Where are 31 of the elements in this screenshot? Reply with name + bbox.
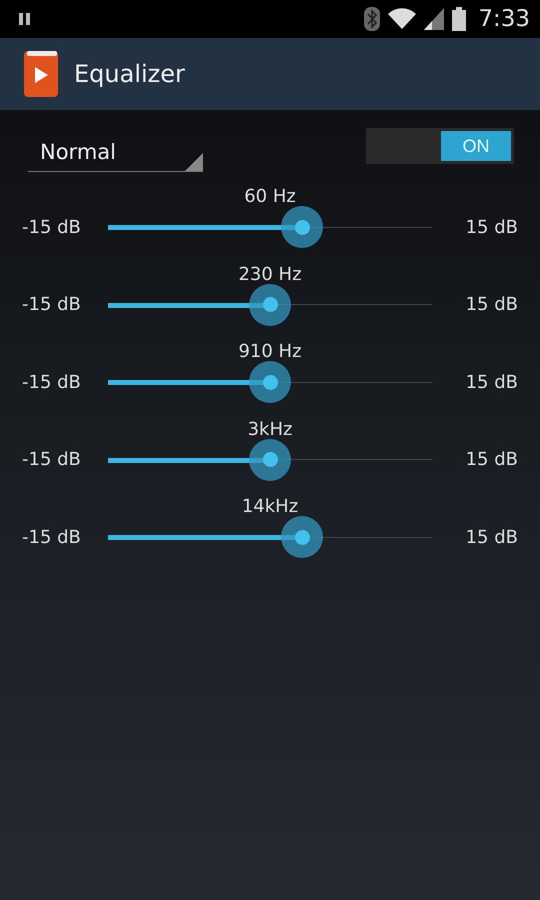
band-label: 3kHz: [248, 418, 292, 442]
min-label: -15 dB: [22, 526, 82, 548]
max-label: 15 dB: [464, 216, 518, 238]
clock-time: 7:33: [478, 6, 530, 32]
min-label: -15 dB: [22, 449, 82, 470]
signal-icon: [424, 8, 444, 30]
max-label: 15 dB: [464, 294, 518, 315]
min-label: -15 dB: [22, 294, 82, 315]
max-label: 15 dB: [464, 372, 518, 392]
max-label: 15 dB: [464, 526, 518, 548]
pause-icon: [18, 12, 32, 26]
slider-thumb[interactable]: [281, 206, 324, 248]
min-label: -15 dB: [22, 372, 82, 392]
slider-thumb[interactable]: [249, 438, 291, 480]
slider-thumb[interactable]: [281, 516, 324, 558]
band-label: 910 Hz: [238, 341, 302, 364]
switch-knob: ON: [441, 131, 511, 161]
band-label: 60 Hz: [244, 186, 296, 209]
slider-thumb[interactable]: [249, 284, 291, 326]
battery-icon: [452, 7, 466, 31]
screen-title: Equalizer: [74, 60, 185, 88]
slider-thumb[interactable]: [249, 361, 291, 403]
bluetooth-icon: [364, 7, 380, 31]
max-label: 15 dB: [464, 449, 518, 470]
min-label: -15 dB: [22, 216, 82, 238]
band-label: 14kHz: [242, 496, 298, 519]
band-label: 230 Hz: [238, 264, 302, 286]
preset-dropdown[interactable]: Normal: [28, 128, 203, 172]
app-logo-icon: [24, 51, 58, 97]
wifi-icon: [388, 8, 416, 30]
dropdown-corner-icon: [185, 153, 203, 171]
